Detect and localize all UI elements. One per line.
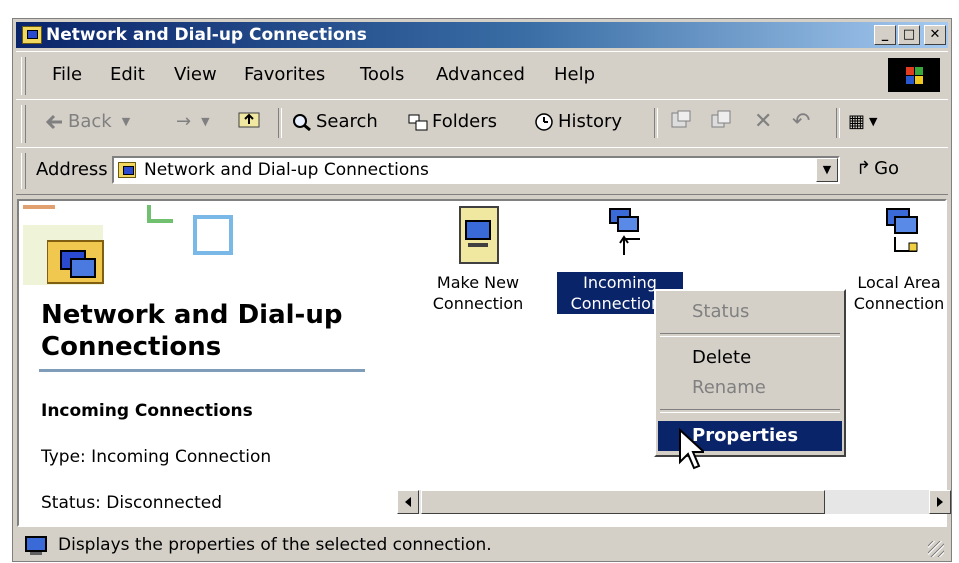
network-folder-icon [22, 26, 42, 44]
views-dropdown-icon: ▼ [869, 115, 878, 128]
menu-view[interactable]: View [174, 64, 217, 86]
minimize-button[interactable]: _ [874, 25, 896, 45]
go-arrow-icon: ↱ [856, 158, 872, 179]
up-folder-icon [238, 110, 260, 128]
incoming-connections-icon [609, 208, 640, 255]
delete-button[interactable]: ✕ [754, 110, 772, 134]
back-button[interactable]: Back ▼ [44, 110, 130, 134]
network-folder-small-icon [118, 162, 136, 178]
standard-toolbar: Back ▼ → ▼ Search Folders History ✕ ↶ ▦ … [16, 99, 948, 149]
forward-button[interactable]: → ▼ [176, 110, 210, 134]
forward-arrow-icon: → [176, 111, 192, 132]
toolbar-grip[interactable] [21, 105, 26, 143]
address-input[interactable]: Network and Dial-up Connections ▼ [112, 156, 840, 184]
back-arrow-icon [44, 113, 64, 131]
copy-to-icon [710, 110, 731, 128]
horizontal-scrollbar[interactable] [397, 490, 951, 514]
window-title: Network and Dial-up Connections [46, 25, 367, 45]
context-menu-separator [660, 333, 840, 337]
toolbar-separator [836, 108, 840, 138]
maximize-button[interactable]: □ [898, 25, 920, 45]
status-text: Displays the properties of the selected … [58, 535, 492, 555]
scroll-left-button[interactable] [397, 490, 419, 514]
copy-to-button[interactable] [710, 110, 734, 128]
make-new-connection-item[interactable]: Make New Connection [413, 203, 543, 314]
menu-help[interactable]: Help [554, 64, 595, 86]
address-value: Network and Dial-up Connections [144, 160, 429, 180]
local-area-connection-item[interactable]: Local Area Connection [839, 203, 945, 314]
local-area-connection-icon [886, 208, 918, 252]
menu-favorites[interactable]: Favorites [244, 64, 325, 86]
computer-status-icon [24, 536, 48, 561]
menu-file[interactable]: File [52, 64, 82, 86]
delete-icon: ✕ [754, 109, 773, 134]
back-label: Back [68, 111, 112, 132]
status-bar: Displays the properties of the selected … [16, 531, 948, 559]
context-menu-delete[interactable]: Delete [658, 343, 842, 373]
menu-grip[interactable] [21, 57, 26, 95]
undo-button[interactable]: ↶ [792, 110, 810, 134]
search-button[interactable]: Search [292, 110, 378, 134]
network-connections-large-icon [46, 231, 111, 292]
go-button[interactable]: ↱ Go [856, 157, 899, 181]
make-new-connection-icon [459, 206, 499, 264]
go-label: Go [874, 158, 900, 179]
address-grip[interactable] [21, 153, 26, 189]
menu-tools[interactable]: Tools [360, 64, 404, 86]
views-icon: ▦ [848, 111, 866, 132]
folders-icon [408, 113, 428, 131]
windows-logo-icon [888, 58, 940, 92]
toolbar-separator [278, 108, 282, 138]
selected-item-name: Incoming Connections [41, 401, 253, 421]
folders-button[interactable]: Folders [408, 110, 497, 134]
selected-item-status: Status: Disconnected [41, 493, 222, 513]
folders-label: Folders [432, 111, 498, 132]
mouse-cursor-icon [679, 428, 704, 470]
context-menu-status[interactable]: Status [658, 297, 842, 327]
search-label: Search [316, 111, 378, 132]
toolbar-separator [654, 108, 658, 138]
scroll-right-button[interactable] [929, 490, 951, 514]
history-label: History [558, 111, 623, 132]
menu-advanced[interactable]: Advanced [436, 64, 525, 86]
search-icon [292, 113, 312, 132]
context-menu-separator [660, 409, 840, 413]
address-label: Address [36, 159, 108, 180]
scroll-thumb[interactable] [421, 490, 825, 514]
up-folder-button[interactable] [238, 110, 262, 128]
panel-title: Network and Dial-up Connections [41, 300, 343, 362]
back-dropdown-icon: ▼ [121, 115, 131, 128]
local-area-connection-label: Local Area Connection [853, 273, 945, 313]
make-new-connection-label: Make New Connection [432, 273, 524, 313]
title-bar[interactable]: Network and Dial-up Connections _ □ ✕ [16, 22, 948, 48]
move-to-icon [670, 110, 691, 128]
undo-icon: ↶ [792, 109, 811, 134]
address-dropdown-button[interactable]: ▼ [816, 158, 838, 182]
move-to-button[interactable] [670, 110, 694, 128]
close-button[interactable]: ✕ [924, 25, 946, 45]
history-icon [534, 113, 554, 131]
menu-bar: File Edit View Favorites Tools Advanced … [16, 51, 948, 101]
menu-edit[interactable]: Edit [110, 64, 145, 86]
selected-item-type: Type: Incoming Connection [41, 447, 272, 467]
context-menu-rename[interactable]: Rename [658, 373, 842, 403]
history-button[interactable]: History [534, 110, 622, 134]
panel-divider [39, 369, 365, 372]
forward-dropdown-icon: ▼ [201, 115, 210, 128]
resize-grip[interactable] [928, 541, 944, 557]
address-bar: Address Network and Dial-up Connections … [16, 147, 948, 195]
views-button[interactable]: ▦ ▼ [848, 110, 877, 134]
